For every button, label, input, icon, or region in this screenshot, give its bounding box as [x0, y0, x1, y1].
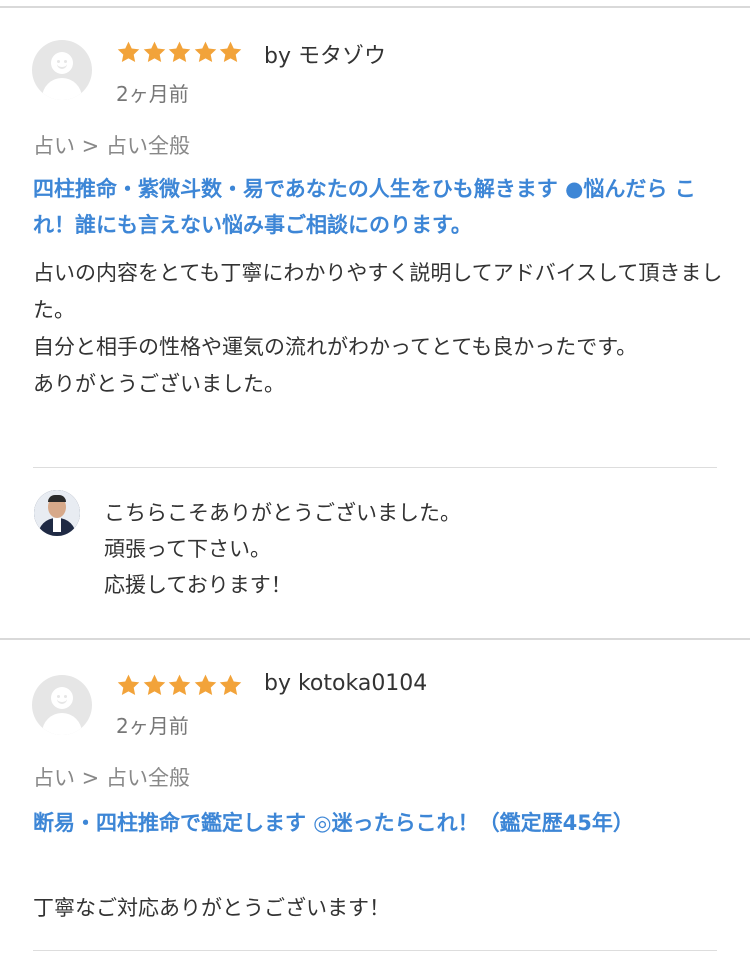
reply-separator	[33, 467, 717, 468]
breadcrumb[interactable]: 占い > 占い全般	[33, 130, 190, 160]
star-icon	[167, 673, 192, 698]
star-icon	[142, 673, 167, 698]
star-icon	[116, 40, 141, 65]
star-icon	[193, 40, 218, 65]
review-date: 2ヶ月前	[116, 82, 189, 106]
review-body: 丁寧なご対応ありがとうございます！	[33, 896, 390, 920]
service-title-link[interactable]: 四柱推命・紫微斗数・易であなたの人生をひも解きます ●悩んだら これ！誰にも言え…	[33, 171, 723, 243]
review-divider	[0, 638, 750, 640]
default-user-avatar-icon[interactable]	[32, 40, 92, 100]
top-divider	[0, 6, 750, 8]
star-icon	[218, 40, 243, 65]
reviewer-name[interactable]: by kotoka0104	[264, 671, 427, 696]
star-rating	[116, 673, 244, 701]
breadcrumb[interactable]: 占い > 占い全般	[33, 762, 190, 792]
review-body: 占いの内容をとても丁寧にわかりやすく説明してアドバイスして頂きました。 自分と相…	[33, 261, 723, 396]
star-icon	[142, 40, 167, 65]
default-user-avatar-icon[interactable]	[32, 675, 92, 735]
review-date: 2ヶ月前	[116, 714, 189, 738]
star-icon	[167, 40, 192, 65]
star-icon	[193, 673, 218, 698]
service-title-link[interactable]: 断易・四柱推命で鑑定します ◎迷ったらこれ！（鑑定歴45年）	[33, 805, 723, 841]
seller-avatar[interactable]	[34, 490, 80, 536]
seller-reply: こちらこそありがとうございました。 頑張って下さい。 応援しております！	[104, 501, 461, 597]
star-icon	[116, 673, 141, 698]
reviewer-name[interactable]: by モタゾウ	[264, 38, 386, 70]
review-bottom-separator	[33, 950, 717, 951]
star-icon	[218, 673, 243, 698]
star-rating	[116, 40, 244, 68]
